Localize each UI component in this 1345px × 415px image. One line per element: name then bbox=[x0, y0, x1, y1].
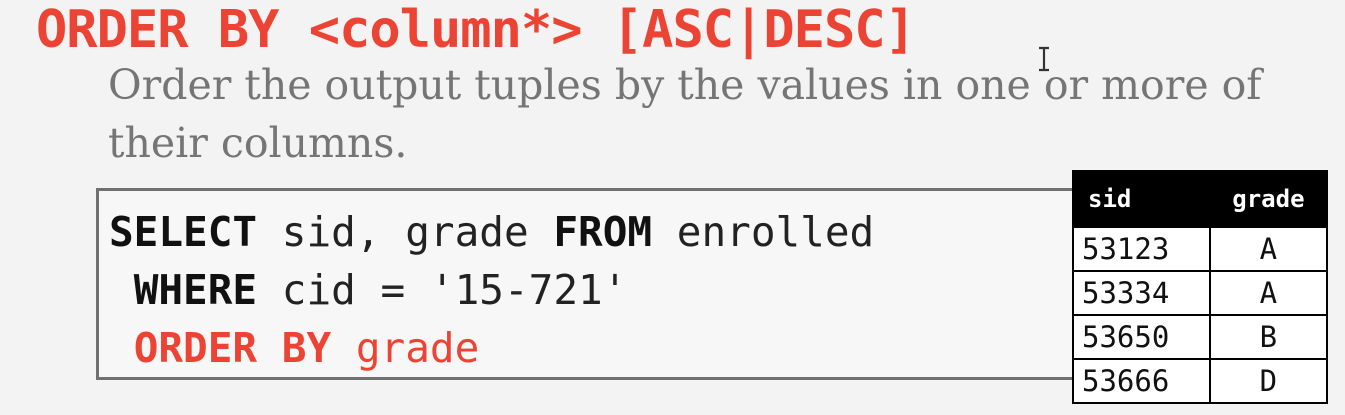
sql-select-columns: sid, grade bbox=[257, 208, 554, 256]
sql-where-condition: cid = '15-721' bbox=[257, 266, 628, 314]
bullet-text: Order the output tuples by the values in… bbox=[108, 61, 1262, 167]
cell-grade: A bbox=[1208, 226, 1329, 272]
bullet-point: →Order the output tuples by the values i… bbox=[36, 56, 1296, 172]
column-header-grade: grade bbox=[1208, 170, 1329, 228]
cell-sid: 53334 bbox=[1072, 270, 1211, 316]
sql-keyword-select: SELECT bbox=[109, 208, 258, 256]
sql-keyword-from: FROM bbox=[553, 208, 653, 256]
table-row: 53123 A bbox=[1072, 226, 1329, 272]
sql-code: SELECT sid, grade FROM enrolled WHERE ci… bbox=[109, 203, 874, 377]
sql-indent bbox=[109, 266, 134, 314]
cell-sid: 53123 bbox=[1072, 226, 1211, 272]
table-row: 53334 A bbox=[1072, 270, 1329, 316]
sql-table-name: enrolled bbox=[652, 208, 875, 256]
cell-sid: 53666 bbox=[1072, 358, 1211, 404]
column-header-sid: sid bbox=[1072, 170, 1211, 228]
text-cursor-icon bbox=[1039, 46, 1049, 72]
cell-grade: A bbox=[1208, 270, 1329, 316]
table-header-row: sid grade bbox=[1072, 170, 1329, 228]
table-row: 53650 B bbox=[1072, 314, 1329, 360]
arrow-icon: → bbox=[36, 56, 108, 114]
sql-indent bbox=[109, 324, 134, 372]
sql-code-block: SELECT sid, grade FROM enrolled WHERE ci… bbox=[96, 188, 1096, 380]
cell-grade: D bbox=[1208, 358, 1329, 404]
cell-grade: B bbox=[1208, 314, 1329, 360]
sql-keyword-where: WHERE bbox=[133, 266, 258, 314]
cell-sid: 53650 bbox=[1072, 314, 1211, 360]
result-table: sid grade 53123 A 53334 A 53650 B 53666 … bbox=[1072, 170, 1329, 404]
sql-order-column: grade bbox=[331, 324, 480, 372]
slide-heading: ORDER BY <column*> [ASC|DESC] bbox=[36, 0, 916, 60]
table-row: 53666 D bbox=[1072, 358, 1329, 404]
sql-keyword-order-by: ORDER BY bbox=[133, 324, 332, 372]
